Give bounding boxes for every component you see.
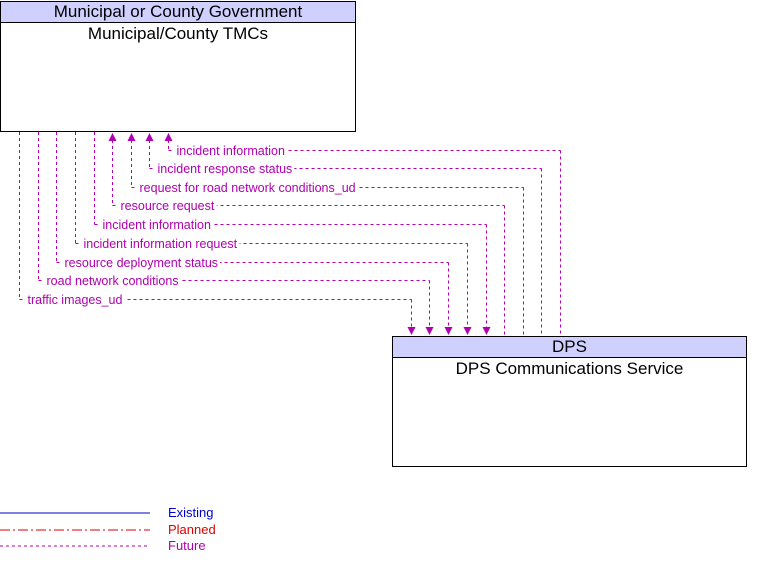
flow-label: resource deployment status [65,256,219,270]
arrowhead-up-icon [127,133,136,141]
flow-label: incident response status [158,162,293,176]
arrowhead-down-icon [463,327,472,335]
arrowhead-down-icon [407,327,416,335]
arrowhead-up-icon [108,133,117,141]
arrowhead-up-icon [164,133,173,141]
flow-label: road network conditions [47,274,179,288]
flow-incident-response-status[interactable]: incident response status [145,133,542,336]
arrowhead-down-icon [444,327,453,335]
arrowhead-down-icon [482,327,491,335]
flow-label: incident information [103,218,211,232]
arrowhead-up-icon [145,133,154,141]
arrowhead-down-icon [425,327,434,335]
legend-label-existing: Existing [168,505,214,520]
legend-label-future: Future [168,538,206,553]
legend-label-planned: Planned [168,522,216,537]
flow-label: request for road network conditions_ud [140,181,356,195]
flow-label: incident information request [84,237,238,251]
flow-label: resource request [121,199,215,213]
flow-diagram: incident information incident response st… [19,132,561,336]
flow-label: incident information [177,144,285,158]
legend-lines [0,512,150,547]
flow-label: traffic images_ud [28,293,123,307]
